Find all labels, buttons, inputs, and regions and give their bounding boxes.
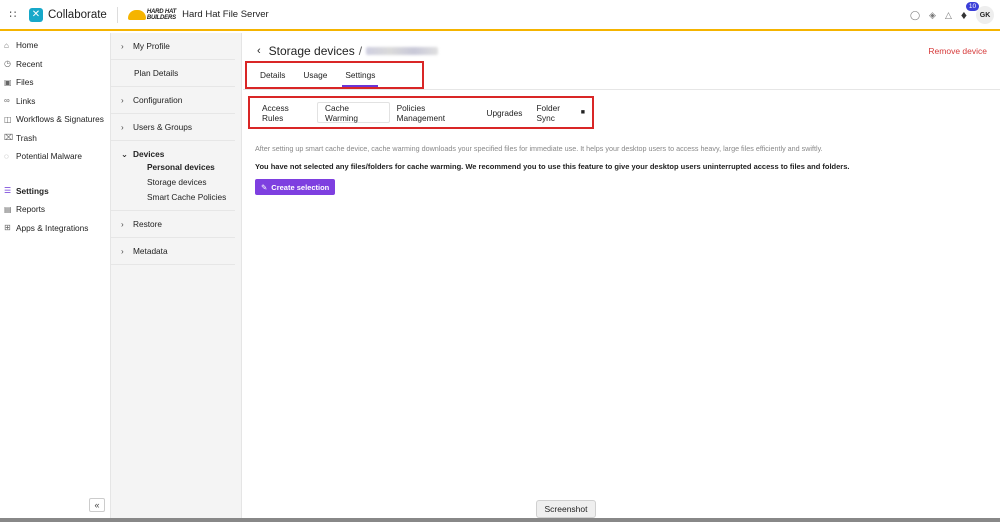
avatar[interactable]: GK xyxy=(976,6,994,24)
tab-bar: Details Usage Settings xyxy=(245,61,424,89)
collaborate-logo-icon: ✕ xyxy=(29,7,43,22)
sidebar-item-workflows[interactable]: ◫ Workflows & Signatures xyxy=(0,110,110,129)
sidebar-item-label: Recent xyxy=(16,58,43,69)
sidebar-item-label: Home xyxy=(16,40,39,51)
nav-users-groups[interactable]: › Users & Groups xyxy=(111,114,235,141)
back-arrow-icon[interactable]: ‹ xyxy=(257,45,261,57)
create-selection-button[interactable]: ✎ Create selection xyxy=(255,179,336,195)
top-bar: ∷ ✕ Collaborate HARD HAT BUILDERS Hard Ha… xyxy=(0,0,1000,31)
settings-icon: ☰ xyxy=(4,186,12,196)
sidebar-item-label: Links xyxy=(16,95,36,106)
subtab-label: Folder Sync xyxy=(536,102,560,123)
nav-devices[interactable]: ⌄ Devices xyxy=(121,149,235,159)
sidebar-item-label: Trash xyxy=(16,132,37,143)
nav-label: Users & Groups xyxy=(133,122,193,132)
apps-icon: ⊞ xyxy=(4,223,11,233)
divider xyxy=(116,6,118,23)
new-icon: ■ xyxy=(580,109,586,116)
brand-logo: HARD HAT BUILDERS xyxy=(127,8,177,21)
chevron-right-icon: › xyxy=(121,95,124,105)
chevron-right-icon: › xyxy=(121,246,124,256)
subtab-upgrades[interactable]: Upgrades xyxy=(479,102,529,123)
help-icon[interactable]: ◯ xyxy=(910,10,920,21)
reports-icon: ▤ xyxy=(4,204,12,214)
tab-details[interactable]: Details xyxy=(260,63,285,87)
sidebar-item-apps[interactable]: ⊞ Apps & Integrations xyxy=(0,219,110,238)
nav-configuration[interactable]: › Configuration xyxy=(111,87,235,114)
nav-personal-devices[interactable]: Personal devices xyxy=(121,159,235,174)
collapse-sidebar-button[interactable]: « xyxy=(89,498,105,512)
sidebar-item-trash[interactable]: ⌧ Trash xyxy=(0,129,110,148)
hard-hat-icon xyxy=(127,9,146,20)
sidebar-item-reports[interactable]: ▤ Reports xyxy=(0,200,110,219)
nav-label: Metadata xyxy=(133,246,168,256)
sidebar-item-recent[interactable]: ◷ Recent xyxy=(0,55,110,74)
cache-warming-info: After setting up smart cache device, cac… xyxy=(255,144,823,153)
sidebar-item-malware[interactable]: ◌ Potential Malware xyxy=(0,147,110,166)
nav-storage-devices[interactable]: Storage devices xyxy=(121,174,235,189)
brand-logo-text: HARD HAT BUILDERS xyxy=(146,8,177,21)
workflow-icon: ◫ xyxy=(4,114,12,124)
home-icon: ⌂ xyxy=(4,40,9,50)
trash-icon: ⌧ xyxy=(4,133,14,143)
button-label: Create selection xyxy=(271,182,330,192)
nav-plan-details[interactable]: Plan Details xyxy=(111,60,235,87)
subtab-policies-management[interactable]: Policies Management xyxy=(390,102,480,123)
nav-label: Plan Details xyxy=(134,68,179,78)
announcement-icon[interactable]: △ xyxy=(945,10,952,21)
clock-icon: ◷ xyxy=(4,59,11,69)
sidebar-item-files[interactable]: ▣ Files xyxy=(0,73,110,92)
sidebar-item-label: Files xyxy=(16,77,34,88)
redacted-device-name xyxy=(366,47,439,55)
chevron-right-icon: › xyxy=(121,219,124,229)
settings-nav: › My Profile Plan Details › Configuration … xyxy=(111,33,242,522)
nav-label: My Profile xyxy=(133,41,170,51)
nav-label: Devices xyxy=(133,149,165,159)
chevron-right-icon: › xyxy=(121,41,124,51)
divider xyxy=(243,89,1000,90)
nav-my-profile[interactable]: › My Profile xyxy=(111,33,235,60)
shield-icon: ◌ xyxy=(4,151,9,161)
bottom-edge xyxy=(0,518,1000,522)
breadcrumb-separator: / xyxy=(358,44,363,58)
learn-icon[interactable]: ◈ xyxy=(929,10,936,21)
sidebar-item-label: Settings xyxy=(16,185,49,196)
chevron-right-icon: › xyxy=(121,122,124,132)
link-icon: ∞ xyxy=(4,96,10,106)
sidebar-item-home[interactable]: ⌂ Home xyxy=(0,36,110,55)
sidebar-item-label: Reports xyxy=(16,204,46,215)
nav-label: Configuration xyxy=(133,95,183,105)
sidebar-item-label: Apps & Integrations xyxy=(16,222,89,233)
page-title: Storage devices xyxy=(268,44,355,58)
nav-restore[interactable]: › Restore xyxy=(111,211,235,238)
top-right-actions: ◯ ◈ △ ♦ 10 GK xyxy=(910,2,994,24)
edit-icon: ✎ xyxy=(261,182,268,192)
remove-device-link[interactable]: Remove device xyxy=(928,46,987,56)
tab-usage[interactable]: Usage xyxy=(303,63,327,87)
bell-icon[interactable]: ♦ 10 xyxy=(961,2,980,22)
tab-settings[interactable]: Settings xyxy=(342,63,379,87)
grid-icon[interactable]: ∷ xyxy=(3,8,23,21)
nav-smart-cache-policies[interactable]: Smart Cache Policies xyxy=(121,189,235,204)
nav-devices-group: ⌄ Devices Personal devices Storage device… xyxy=(111,141,235,211)
nav-metadata[interactable]: › Metadata xyxy=(111,238,235,265)
sidebar-item-label: Potential Malware xyxy=(16,151,82,162)
chevron-down-icon: ⌄ xyxy=(121,149,128,159)
subtab-folder-sync[interactable]: Folder Sync ■ xyxy=(529,102,592,123)
sidebar-item-links[interactable]: ∞ Links xyxy=(0,92,110,111)
sidebar-item-settings[interactable]: ☰ Settings xyxy=(0,182,110,201)
subtab-cache-warming[interactable]: Cache Warming xyxy=(317,102,390,123)
org-name: Hard Hat File Server xyxy=(182,9,269,20)
sidebar-item-label: Workflows & Signatures xyxy=(16,114,104,125)
app-name: Collaborate xyxy=(48,8,107,21)
files-icon: ▣ xyxy=(4,77,12,87)
screenshot-label[interactable]: Screenshot xyxy=(536,500,596,518)
cache-warming-warning: You have not selected any files/folders … xyxy=(255,162,850,171)
notification-badge: 10 xyxy=(965,2,980,11)
settings-subtab-bar: Access Rules Cache Warming Policies Mana… xyxy=(248,96,594,129)
subtab-access-rules[interactable]: Access Rules xyxy=(255,102,317,123)
nav-label: Restore xyxy=(133,219,163,229)
main-content: ‹ Storage devices / Remove device Detail… xyxy=(243,33,1000,522)
sidebar: ⌂ Home ◷ Recent ▣ Files ∞ Links ◫ Workflows &… xyxy=(0,33,111,522)
